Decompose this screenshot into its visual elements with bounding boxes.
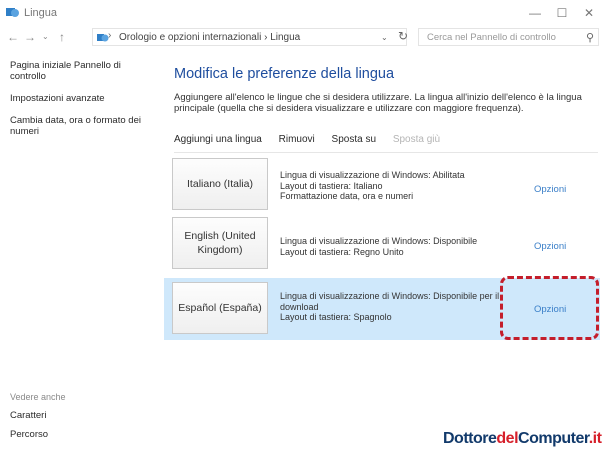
page-title: Modifica le preferenze della lingua [174, 66, 395, 82]
move-down-button[interactable]: Sposta giù [393, 134, 440, 145]
sidebar: Pagina iniziale Pannello di controllo Im… [10, 60, 160, 148]
language-info-line: Lingua di visualizzazione di Windows: Di… [280, 236, 478, 246]
recent-chevron-icon[interactable]: ⌄ [42, 32, 49, 41]
search-icon[interactable]: ⚲ [586, 31, 594, 44]
language-info: Lingua di visualizzazione di Windows: Ab… [280, 170, 510, 202]
language-info-line: Layout di tastiera: Spagnolo [280, 312, 392, 322]
options-link[interactable]: Opzioni [534, 184, 566, 195]
remove-button[interactable]: Rimuovi [279, 134, 315, 145]
language-button[interactable]: Español (España) [172, 282, 268, 334]
up-arrow-icon[interactable]: ↑ [59, 30, 65, 44]
sidebar-link-advanced[interactable]: Impostazioni avanzate [10, 93, 160, 104]
minimize-button[interactable]: — [521, 4, 549, 22]
sidebar-link-home[interactable]: Pagina iniziale Pannello di controllo [10, 60, 138, 82]
close-button[interactable]: ✕ [575, 4, 603, 22]
title-bar: Lingua — ☐ ✕ [0, 0, 603, 26]
language-row-italian[interactable]: Italiano (Italia) Lingua di visualizzazi… [164, 158, 600, 218]
breadcrumb[interactable]: Orologio e opzioni internazionali › Ling… [119, 32, 300, 43]
refresh-icon[interactable]: ↻ [398, 29, 408, 43]
language-button[interactable]: English (United Kingdom) [172, 217, 268, 269]
add-language-button[interactable]: Aggiungi una lingua [174, 134, 262, 145]
options-link[interactable]: Opzioni [534, 241, 566, 252]
language-info-line: download [280, 301, 319, 312]
control-panel-icon [6, 8, 19, 17]
watermark-logo: DottoredelComputer.it [443, 430, 602, 447]
search-input[interactable]: Cerca nel Pannello di controllo ⚲ [418, 28, 599, 46]
language-button[interactable]: Italiano (Italia) [172, 158, 268, 210]
sidebar-link-date-format[interactable]: Cambia data, ora o formato dei numeri [10, 115, 162, 137]
language-info: Lingua di visualizzazione di Windows: Di… [280, 236, 510, 257]
toolbar-divider [174, 152, 598, 153]
forward-arrow-icon[interactable]: → [24, 30, 36, 44]
options-highlight-marker [500, 276, 599, 340]
address-dropdown-icon[interactable]: ⌄ [381, 33, 388, 42]
language-info-line: Lingua di visualizzazione di Windows: Ab… [280, 170, 465, 180]
back-arrow-icon[interactable]: ← [7, 30, 19, 44]
breadcrumb-separator-icon: › [108, 30, 112, 41]
move-up-button[interactable]: Sposta su [332, 134, 376, 145]
page-description: Aggiungere all'elenco le lingue che si d… [174, 92, 582, 114]
language-info-line: Layout di tastiera: Italiano [280, 180, 383, 191]
language-row-english[interactable]: English (United Kingdom) Lingua di visua… [164, 217, 600, 277]
language-info-line: Lingua di visualizzazione di Windows: Di… [280, 291, 500, 301]
language-toolbar: Aggiungi una lingua Rimuovi Sposta su Sp… [174, 134, 454, 148]
sidebar-link-fonts[interactable]: Caratteri [10, 410, 46, 421]
language-info-line: Formattazione data, ora e numeri [280, 191, 414, 201]
address-field[interactable]: › Orologio e opzioni internazionali › Li… [92, 28, 407, 46]
window-title: Lingua [24, 7, 58, 19]
language-info-line: Layout di tastiera: Regno Unito [280, 246, 404, 257]
see-also-heading: Vedere anche [10, 392, 66, 402]
search-placeholder: Cerca nel Pannello di controllo [427, 32, 556, 43]
maximize-button[interactable]: ☐ [548, 4, 576, 22]
language-info: Lingua di visualizzazione di Windows: Di… [280, 291, 510, 323]
sidebar-link-location[interactable]: Percorso [10, 429, 48, 440]
